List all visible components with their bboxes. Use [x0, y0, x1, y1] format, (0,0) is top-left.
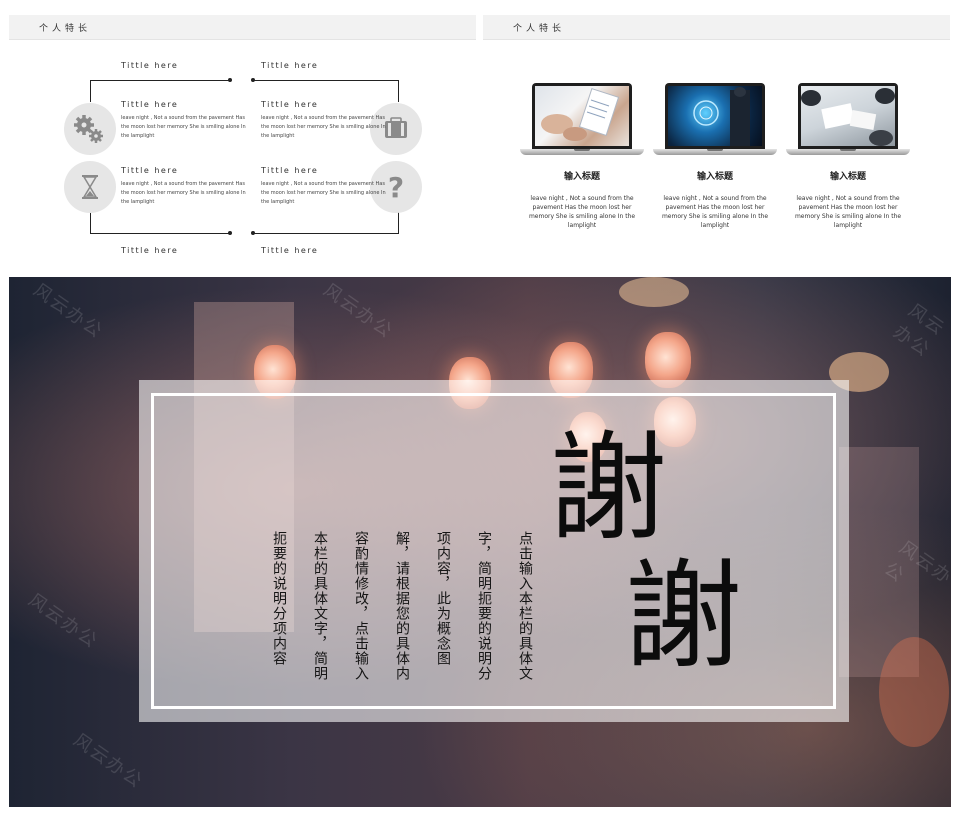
- item-title: Tittle here: [261, 100, 319, 109]
- top-right-title: Tittle here: [261, 61, 319, 70]
- slide-header-title: 个人特长: [513, 24, 566, 34]
- thanks-char: 謝: [549, 419, 668, 557]
- item-text: leave night , Not a sound from the pavem…: [121, 181, 246, 205]
- gears-icon: [74, 115, 103, 143]
- card-text: leave night , Not a sound from the pavem…: [794, 195, 902, 229]
- street-light: [619, 277, 689, 307]
- connector-line: [90, 80, 91, 102]
- connector-line: [90, 80, 230, 81]
- item-title: Tittle here: [261, 166, 319, 175]
- connector-line: [253, 80, 399, 81]
- skill-circle: [64, 103, 116, 155]
- thanks-char: 謝: [624, 547, 743, 685]
- card-text: leave night , Not a sound from the pavem…: [661, 195, 769, 229]
- item-text: leave night , Not a sound from the pavem…: [261, 115, 386, 139]
- hourglass-icon: [82, 175, 98, 199]
- bottom-right-title: Tittle here: [261, 246, 319, 255]
- slide-header: 个人特长: [9, 15, 476, 40]
- item-title: Tittle here: [121, 166, 179, 175]
- connector-dot: [228, 78, 232, 82]
- connector-line: [398, 211, 399, 233]
- laptop-image: [786, 83, 910, 157]
- vertical-text-column: 解，请根据您的具体内: [394, 531, 410, 681]
- vertical-text-column: 项内容，此为概念图: [435, 531, 451, 666]
- card-title: 输入标题: [829, 172, 866, 182]
- vertical-text-column: 本栏的具体文字，简明: [312, 531, 328, 681]
- skill-circle: [64, 161, 116, 213]
- slide-thank-you[interactable]: 点击输入本栏的具体文 字，简明扼要的说明分 项内容，此为概念图 解，请根据您的具…: [9, 277, 951, 807]
- laptop-image: [520, 83, 644, 157]
- item-title: Tittle here: [121, 100, 179, 109]
- item-text: leave night , Not a sound from the pavem…: [261, 181, 386, 205]
- slide-header: 个人特长: [483, 15, 950, 40]
- slide-laptop-cards[interactable]: 个人特长 输入标题 leave night , Not a sound from…: [483, 15, 950, 260]
- vertical-text-column: 容酌情修改，点击输入: [353, 531, 369, 681]
- street-light: [879, 637, 949, 747]
- slide-header-title: 个人特长: [39, 24, 92, 34]
- vertical-text-column: 点击输入本栏的具体文: [517, 531, 533, 681]
- bottom-left-title: Tittle here: [121, 246, 179, 255]
- card-title: 输入标题: [696, 172, 733, 182]
- slide-personal-skills[interactable]: 个人特长 Tittle here Tittle here Tittle here…: [9, 15, 476, 260]
- card-title: 输入标题: [563, 172, 600, 182]
- card-text: leave night , Not a sound from the pavem…: [528, 195, 636, 229]
- top-left-title: Tittle here: [121, 61, 179, 70]
- item-text: leave night , Not a sound from the pavem…: [121, 115, 246, 139]
- connector-dot: [228, 231, 232, 235]
- connector-line: [398, 80, 399, 102]
- vertical-text-column: 字，简明扼要的说明分: [476, 531, 492, 681]
- vertical-text-column: 扼要的说明分项内容: [271, 531, 287, 666]
- connector-line: [90, 233, 230, 234]
- laptop-image: [653, 83, 777, 157]
- connector-line: [253, 233, 399, 234]
- connector-line: [90, 211, 91, 233]
